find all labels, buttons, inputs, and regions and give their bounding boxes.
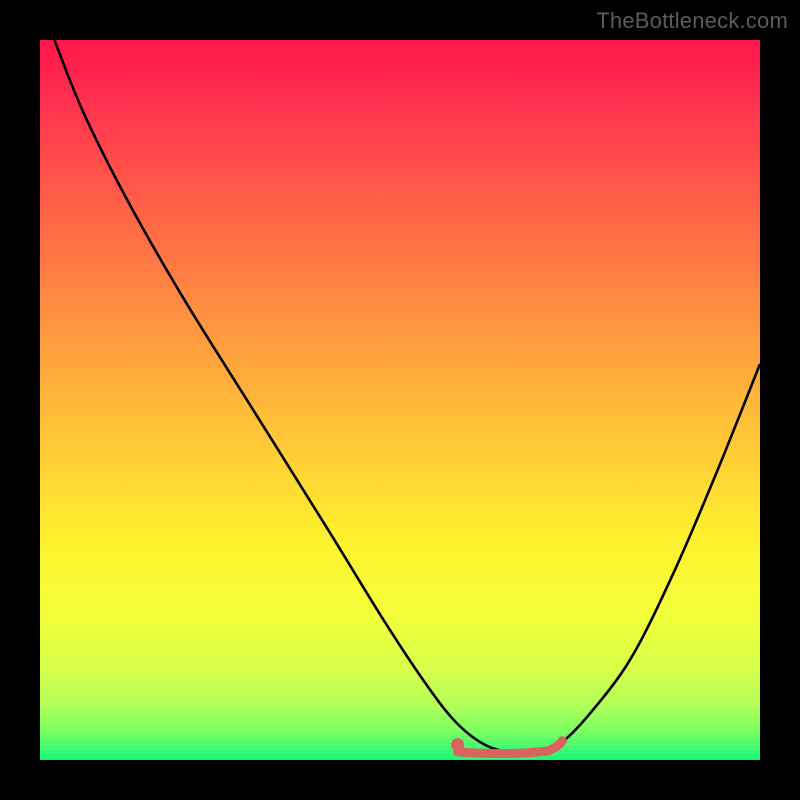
bottleneck-curve [54,40,760,754]
chart-frame: TheBottleneck.com [0,0,800,800]
watermark-text: TheBottleneck.com [596,8,788,34]
optimal-range-highlight [458,741,563,754]
plot-area [40,40,760,760]
curve-svg [40,40,760,760]
optimal-point-marker [451,738,464,751]
